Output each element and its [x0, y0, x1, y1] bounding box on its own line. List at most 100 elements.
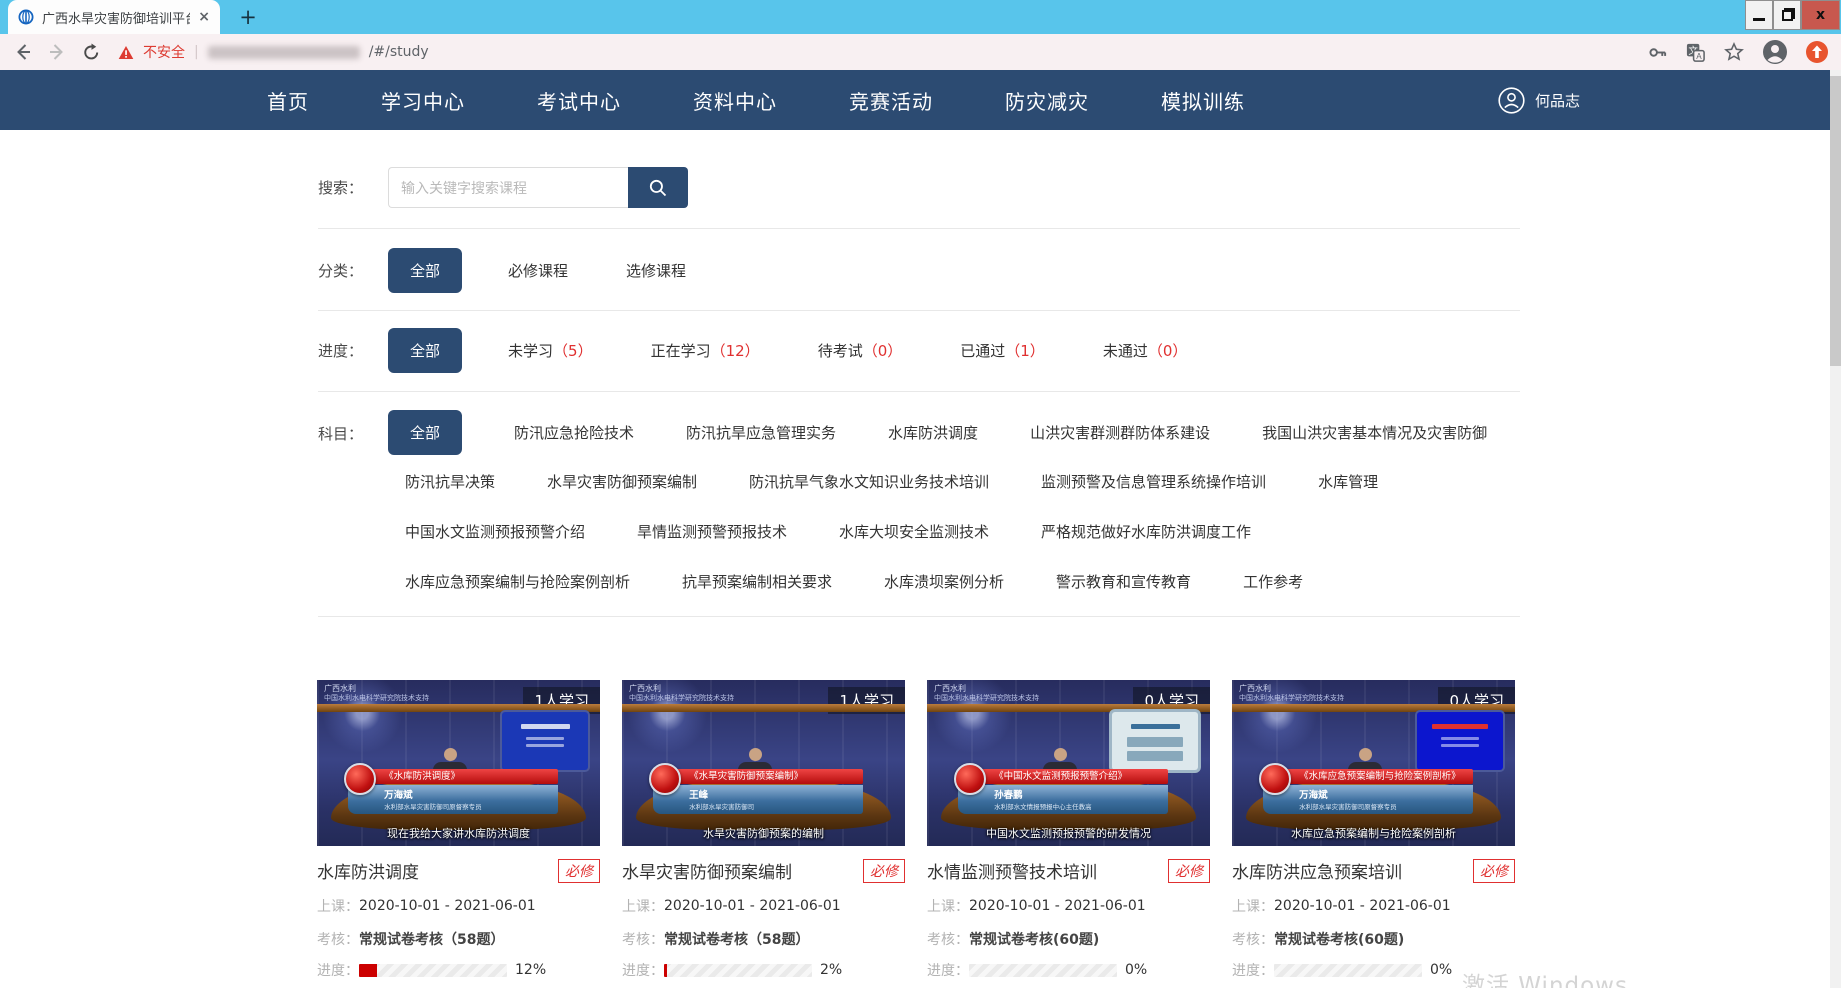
search-input[interactable] [388, 167, 628, 208]
url-host-redacted [208, 46, 360, 59]
divider [318, 616, 1520, 617]
subject-option[interactable]: 水库溃坝案例分析 [884, 571, 1004, 592]
divider [318, 391, 1520, 392]
maximize-button[interactable] [1773, 0, 1801, 30]
subject-option[interactable]: 水库管理 [1318, 471, 1378, 492]
windows-activation-watermark: 激活 Windows [1462, 966, 1628, 988]
studio-watermark: 广西水利 中国水利水电科学研究院技术支持 [1239, 684, 1344, 703]
lower-third: 《水库应急预案编制与抢险案例剖析》 万海斌 水利部水旱灾害防御司原督察专员 [1263, 769, 1472, 814]
tab-close-icon[interactable]: × [198, 9, 210, 25]
course-title[interactable]: 水情监测预警技术培训 [927, 858, 1097, 883]
divider [318, 310, 1520, 311]
presenter-name: 万海斌 [1299, 787, 1468, 801]
progress-bar [1274, 964, 1422, 977]
presenter-title: 水利部水旱灾害防御司原督察专员 [384, 801, 553, 811]
course-video-thumbnail[interactable]: 广西水利 中国水利水电科学研究院技术支持 0人学习 《水库应急预案编制与抢险案例… [1232, 680, 1515, 846]
bookmark-star-icon[interactable] [1723, 41, 1745, 63]
progress-label: 进度： [317, 960, 359, 980]
course-title[interactable]: 水库防洪调度 [317, 858, 419, 883]
subject-option[interactable]: 监测预警及信息管理系统操作培训 [1041, 471, 1266, 492]
subject-option[interactable]: 防汛抗旱决策 [405, 471, 495, 492]
course-video-thumbnail[interactable]: 广西水利 中国水利水电科学研究院技术支持 1人学习 《水旱灾害防御预案编制》 王… [622, 680, 905, 846]
browser-update-icon[interactable] [1805, 40, 1829, 64]
password-key-icon[interactable] [1647, 42, 1668, 63]
back-icon[interactable] [12, 41, 34, 63]
progress-option-passed[interactable]: 已通过（1） [960, 340, 1045, 361]
address-bar[interactable]: 不安全 | /#/study [118, 42, 429, 62]
minimize-button[interactable] [1745, 0, 1773, 30]
studio-logo [649, 763, 681, 795]
translate-icon[interactable]: 文A [1685, 42, 1706, 63]
exam-label: 考核： [317, 929, 359, 949]
progress-option-learning[interactable]: 正在学习（12） [651, 340, 760, 361]
course-title[interactable]: 水库防洪应急预案培训 [1232, 858, 1402, 883]
progress-all-button[interactable]: 全部 [388, 328, 462, 373]
subject-option[interactable]: 中国水文监测预报预警介绍 [405, 521, 585, 542]
profile-avatar-icon[interactable] [1762, 39, 1788, 65]
subject-option[interactable]: 抗旱预案编制相关要求 [682, 571, 832, 592]
progress-label: 进度： [318, 340, 388, 361]
course-video-thumbnail[interactable]: 广西水利 中国水利水电科学研究院技术支持 1人学习 《水库防洪调度》 万海斌 水… [317, 680, 600, 846]
search-icon [648, 178, 668, 198]
studio-screen [502, 712, 588, 770]
studio-watermark: 广西水利 中国水利水电科学研究院技术支持 [934, 684, 1039, 703]
search-row: 搜索： [318, 167, 688, 208]
subject-option[interactable]: 水库大坝安全监测技术 [839, 521, 989, 542]
user-name: 何品志 [1535, 90, 1580, 111]
category-filter-row: 分类： 全部 必修课程 选修课程 [318, 248, 686, 292]
subject-option[interactable]: 旱情监测预警预报技术 [637, 521, 787, 542]
category-option-required[interactable]: 必修课程 [508, 260, 568, 281]
category-option-elective[interactable]: 选修课程 [626, 260, 686, 281]
course-title[interactable]: 水旱灾害防御预案编制 [622, 858, 792, 883]
close-button[interactable]: x [1801, 0, 1840, 30]
subject-option[interactable]: 防汛应急抢险技术 [514, 422, 634, 443]
scrollbar-thumb[interactable] [1830, 76, 1841, 366]
subject-all-button[interactable]: 全部 [388, 410, 462, 455]
new-tab-button[interactable]: + [234, 3, 262, 31]
subject-option[interactable]: 防汛抗旱气象水文知识业务技术培训 [749, 471, 989, 492]
required-badge: 必修 [558, 859, 600, 883]
category-all-button[interactable]: 全部 [388, 248, 462, 293]
nav-item-simulation[interactable]: 模拟训练 [1161, 86, 1245, 115]
browser-tabstrip: 广西水旱灾害防御培训平台 × + x [0, 0, 1841, 34]
subject-option[interactable]: 水旱灾害防御预案编制 [547, 471, 697, 492]
nav-item-material-center[interactable]: 资料中心 [693, 86, 777, 115]
lower-third: 《中国水文监测预报预警介绍》 孙春鹏 水利部水文情报预报中心主任教高 [958, 769, 1167, 814]
nav-item-home[interactable]: 首页 [267, 86, 309, 115]
subject-option[interactable]: 防汛抗旱应急管理实务 [686, 422, 836, 443]
nav-item-disaster-reduction[interactable]: 防灾减灾 [1005, 86, 1089, 115]
progress-option-awaiting-exam[interactable]: 待考试（0） [818, 340, 903, 361]
progress-percent: 12% [515, 962, 546, 978]
progress-option-notstarted[interactable]: 未学习（5） [508, 340, 593, 361]
subject-option[interactable]: 警示教育和宣传教育 [1056, 571, 1191, 592]
subtitle-caption: 中国水文监测预报预警的研发情况 [927, 825, 1210, 841]
progress-percent: 2% [820, 962, 842, 978]
exam-value: 常规试卷考核(60题) [969, 929, 1099, 949]
subject-option[interactable]: 工作参考 [1243, 571, 1303, 592]
course-card: 广西水利 中国水利水电科学研究院技术支持 0人学习 《水库应急预案编制与抢险案例… [1232, 680, 1515, 980]
subject-option[interactable]: 我国山洪灾害基本情况及灾害防御 [1262, 422, 1487, 443]
presenter-name: 万海斌 [384, 787, 553, 801]
nav-item-exam-center[interactable]: 考试中心 [537, 86, 621, 115]
browser-toolbar: 不安全 | /#/study 文A [0, 34, 1841, 70]
refresh-icon[interactable] [80, 41, 102, 63]
forward-icon[interactable] [46, 41, 68, 63]
class-time-value: 2020-10-01 - 2021-06-01 [1274, 898, 1451, 914]
subject-option[interactable]: 严格规范做好水库防洪调度工作 [1041, 521, 1251, 542]
course-card: 广西水利 中国水利水电科学研究院技术支持 1人学习 《水旱灾害防御预案编制》 王… [622, 680, 905, 980]
browser-tab[interactable]: 广西水旱灾害防御培训平台 × [8, 0, 220, 34]
user-menu[interactable]: 何品志 [1498, 87, 1580, 114]
nav-item-competition[interactable]: 竞赛活动 [849, 86, 933, 115]
subject-option[interactable]: 水库防洪调度 [888, 422, 978, 443]
course-video-thumbnail[interactable]: 广西水利 中国水利水电科学研究院技术支持 0人学习 《中国水文监测预报预警介绍》… [927, 680, 1210, 846]
progress-option-failed[interactable]: 未通过（0） [1103, 340, 1188, 361]
progress-label: 进度： [622, 960, 664, 980]
nav-item-study-center[interactable]: 学习中心 [381, 86, 465, 115]
class-time-value: 2020-10-01 - 2021-06-01 [664, 898, 841, 914]
subject-option[interactable]: 山洪灾害群测群防体系建设 [1030, 422, 1210, 443]
search-button[interactable] [628, 167, 688, 208]
presenter-title: 水利部水旱灾害防御司原督察专员 [1299, 801, 1468, 811]
divider [318, 228, 1520, 229]
subject-option[interactable]: 水库应急预案编制与抢险案例剖析 [405, 571, 630, 592]
class-time-value: 2020-10-01 - 2021-06-01 [359, 898, 536, 914]
